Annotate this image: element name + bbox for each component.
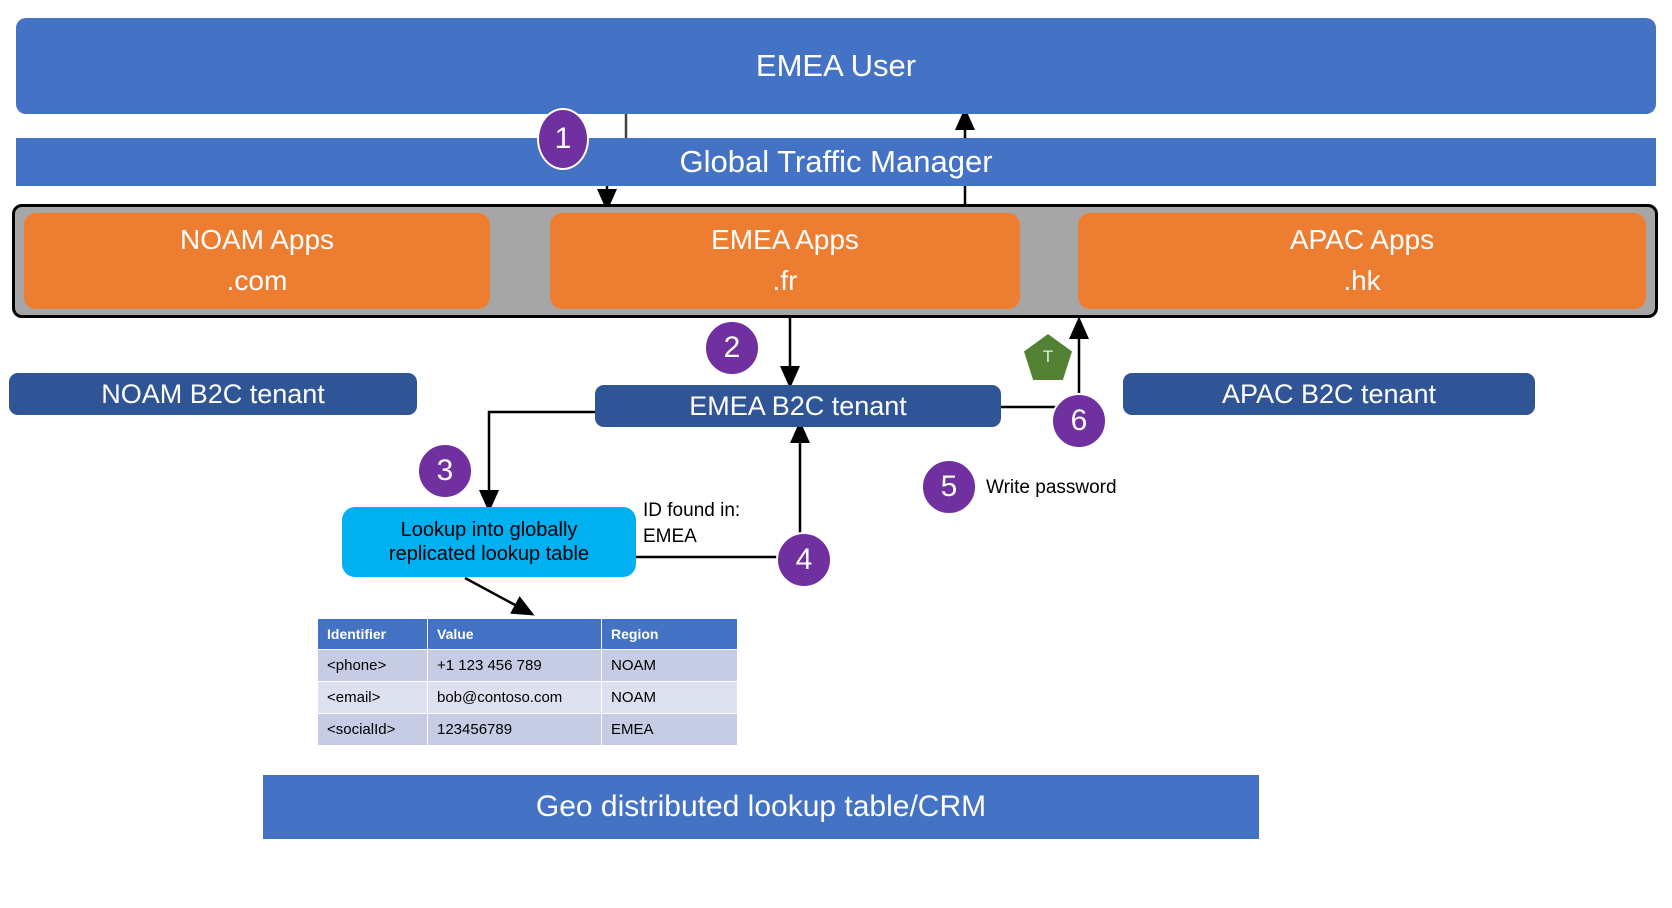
- emea-user-bar: EMEA User: [16, 18, 1656, 114]
- table-header-row: Identifier Value Region: [317, 618, 738, 650]
- step-marker-4-number: 4: [795, 543, 813, 576]
- step-marker-5-number: 5: [940, 470, 958, 503]
- app-card-emea-domain: .fr: [772, 265, 798, 296]
- wire-lookup-to-table: [464, 576, 535, 616]
- step-marker-4[interactable]: 4: [776, 532, 832, 588]
- app-card-emea-name: EMEA Apps: [711, 224, 859, 256]
- step-marker-6[interactable]: 6: [1051, 393, 1107, 449]
- global-traffic-manager-bar: Global Traffic Manager: [16, 138, 1656, 186]
- lookup-box[interactable]: Lookup into globally replicated lookup t…: [342, 507, 636, 577]
- step-marker-2[interactable]: 2: [704, 320, 760, 376]
- step-marker-1[interactable]: 1: [537, 108, 589, 170]
- tenant-emea[interactable]: EMEA B2C tenant: [595, 385, 1001, 427]
- lookup-box-line1: Lookup into globally: [400, 518, 578, 541]
- step-marker-6-number: 6: [1070, 404, 1088, 437]
- diagram-canvas: EMEA User Global Traffic Manager NOAM Ap…: [0, 0, 1672, 908]
- table-col-region: Region: [601, 618, 738, 650]
- table-col-identifier: Identifier: [317, 618, 428, 650]
- table-cell-identifier: <socialId>: [317, 713, 428, 746]
- tenant-apac-label: APAC B2C tenant: [1221, 378, 1437, 409]
- table-cell-region: NOAM: [601, 649, 738, 682]
- emea-user-label: EMEA User: [755, 48, 917, 84]
- token-pentagon-icon: T: [1024, 334, 1072, 380]
- global-traffic-manager-label: Global Traffic Manager: [679, 144, 993, 180]
- annotation-id-found-in: ID found in: EMEA: [643, 500, 741, 547]
- app-card-apac-domain: .hk: [1343, 265, 1381, 296]
- table-cell-region: EMEA: [601, 713, 738, 746]
- token-label: T: [1042, 347, 1054, 366]
- app-card-emea[interactable]: EMEA Apps .fr: [550, 213, 1020, 309]
- table-row: <socialId> 123456789 EMEA: [317, 713, 738, 746]
- step-marker-3-number: 3: [436, 454, 454, 487]
- app-card-apac-name: APAC Apps: [1289, 224, 1435, 256]
- lookup-box-line2: replicated lookup table: [388, 543, 590, 565]
- app-card-noam[interactable]: NOAM Apps .com: [24, 213, 490, 309]
- connector-layer: [464, 107, 1089, 616]
- step-marker-1-number: 1: [554, 122, 572, 155]
- table-row: <phone> +1 123 456 789 NOAM: [317, 649, 738, 682]
- table-cell-region: NOAM: [601, 681, 738, 714]
- table-cell-identifier: <phone>: [317, 649, 428, 682]
- table-cell-value: bob@contoso.com: [427, 681, 602, 714]
- tenant-emea-label: EMEA B2C tenant: [689, 390, 907, 421]
- step-marker-2-number: 2: [723, 331, 741, 364]
- step-marker-3[interactable]: 3: [417, 443, 473, 499]
- wire-tenant-to-lookup: [479, 410, 595, 513]
- geo-distributed-label: Geo distributed lookup table/CRM: [535, 789, 987, 823]
- table-col-value: Value: [427, 618, 602, 650]
- annotation-write-password: Write password: [986, 477, 1117, 498]
- tenant-noam[interactable]: NOAM B2C tenant: [9, 373, 417, 415]
- geo-distributed-bar: Geo distributed lookup table/CRM: [263, 775, 1259, 839]
- tenant-noam-label: NOAM B2C tenant: [101, 378, 325, 409]
- table-cell-value: +1 123 456 789: [427, 649, 602, 682]
- step-marker-5[interactable]: 5: [921, 459, 977, 515]
- table-row: <email> bob@contoso.com NOAM: [317, 681, 738, 714]
- app-card-noam-name: NOAM Apps: [179, 224, 335, 256]
- table-cell-identifier: <email>: [317, 681, 428, 714]
- tenant-apac[interactable]: APAC B2C tenant: [1123, 373, 1535, 415]
- table-cell-value: 123456789: [427, 713, 602, 746]
- app-card-noam-domain: .com: [226, 265, 288, 296]
- lookup-table: Identifier Value Region <phone> +1 123 4…: [317, 618, 738, 746]
- app-card-apac[interactable]: APAC Apps .hk: [1078, 213, 1646, 309]
